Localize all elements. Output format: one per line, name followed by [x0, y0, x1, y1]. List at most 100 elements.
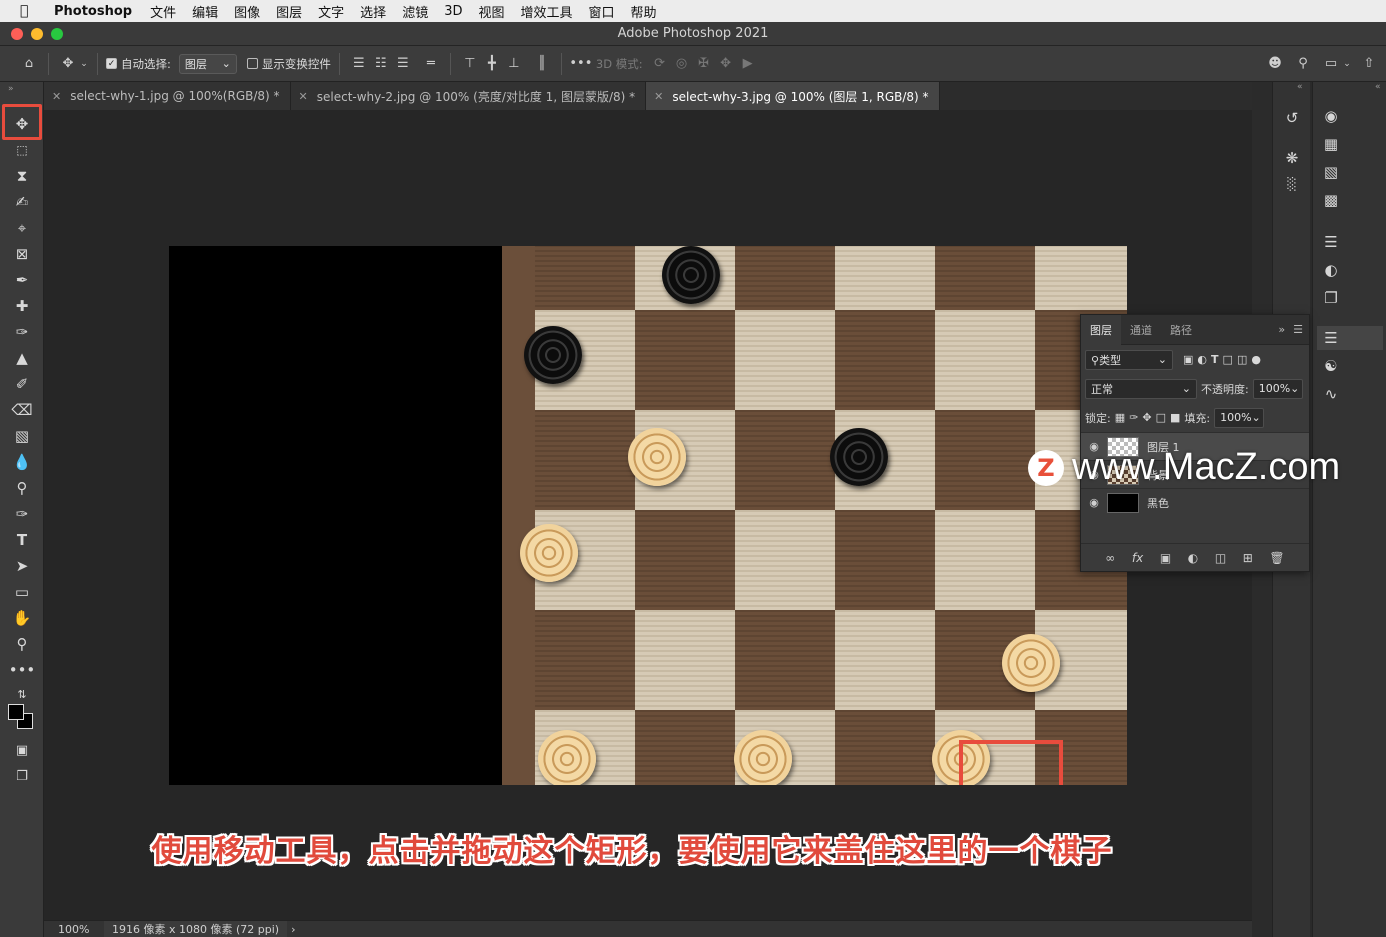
align-left-icon[interactable]: ☰ [348, 53, 370, 75]
chevron-down-icon[interactable]: ⌄ [1342, 53, 1352, 75]
chevron-down-icon[interactable]: ⌄ [79, 53, 89, 75]
distribute-vertical-icon[interactable]: ═ [420, 53, 442, 75]
patterns-panel-icon[interactable]: ▩ [1317, 188, 1345, 212]
paths-panel-icon[interactable]: ∿ [1317, 382, 1345, 406]
close-icon[interactable]: ✕ [299, 90, 308, 103]
3d-orbit-icon[interactable]: ⟳ [649, 53, 671, 75]
histogram-icon[interactable]: ░ [1278, 172, 1306, 196]
zoom-window-button[interactable] [51, 28, 63, 40]
eraser-tool-icon[interactable]: ⌫ [8, 398, 36, 422]
panel-menu-icon[interactable]: ☰ [1293, 323, 1303, 336]
pen-tool-icon[interactable]: ✑ [8, 502, 36, 526]
brush-tool-icon[interactable]: ✑ [8, 320, 36, 344]
filter-type-icon[interactable]: T [1211, 353, 1219, 366]
filter-toggle-icon[interactable]: ● [1251, 353, 1261, 366]
lock-artboard-icon[interactable]: □ [1156, 411, 1166, 424]
menu-window[interactable]: 窗口 [589, 2, 615, 21]
apple-icon[interactable]:  [20, 3, 42, 19]
fx-icon[interactable]: fx [1132, 551, 1143, 565]
quick-select-tool-icon[interactable]: ✍ [8, 190, 36, 214]
move-tool-icon[interactable]: ✥ [8, 112, 36, 136]
close-icon[interactable]: ✕ [52, 90, 61, 103]
lock-position-icon[interactable]: ✥ [1142, 411, 1151, 424]
menu-layer[interactable]: 图层 [276, 2, 302, 21]
fill-input[interactable]: 100% ⌄ [1214, 407, 1265, 428]
link-layers-icon[interactable]: ∞ [1105, 551, 1115, 565]
collapse-icon[interactable]: « [1375, 82, 1381, 92]
search-icon[interactable]: ⚲ [1292, 53, 1314, 75]
align-center-icon[interactable]: ☷ [370, 53, 392, 75]
history-brush-tool-icon[interactable]: ✐ [8, 372, 36, 396]
tab-select-why-2[interactable]: ✕ select-why-2.jpg @ 100% (亮度/对比度 1, 图层蒙版… [290, 82, 647, 110]
menu-image[interactable]: 图像 [234, 2, 260, 21]
tab-layers[interactable]: 图层 [1081, 314, 1121, 345]
lasso-tool-icon[interactable]: ⧗ [8, 164, 36, 188]
align-right-icon[interactable]: ☰ [392, 53, 414, 75]
brush-settings-icon[interactable]: ❋ [1278, 146, 1306, 170]
dodge-tool-icon[interactable]: ⚲ [8, 476, 36, 500]
share-icon[interactable]: ⇧ [1358, 53, 1380, 75]
opacity-input[interactable]: 100% ⌄ [1252, 378, 1303, 399]
healing-brush-tool-icon[interactable]: ✚ [8, 294, 36, 318]
document-canvas[interactable] [169, 246, 1127, 785]
filter-shape-icon[interactable]: □ [1223, 353, 1233, 366]
canvas-area[interactable]: 使用移动工具，点击并拖动这个矩形，要使用它来盖住这里的一个棋子 [44, 110, 1252, 920]
chevron-right-icon[interactable]: › [291, 923, 295, 936]
rectangle-tool-icon[interactable]: ▭ [8, 580, 36, 604]
tab-paths[interactable]: 路径 [1161, 315, 1201, 345]
hand-tool-icon[interactable]: ✋ [8, 606, 36, 630]
quick-mask-icon[interactable]: ▣ [8, 738, 36, 762]
collapse-icon[interactable]: « [1297, 82, 1303, 92]
collapse-icon[interactable]: » [8, 84, 14, 94]
gradients-panel-icon[interactable]: ▧ [1317, 160, 1345, 184]
3d-roll-icon[interactable]: ◎ [671, 53, 693, 75]
delete-layer-icon[interactable]: 🗑 [1269, 551, 1284, 565]
3d-slide-icon[interactable]: ✥ [715, 53, 737, 75]
workspace-icon[interactable]: ▭ [1320, 53, 1342, 75]
libraries-panel-icon[interactable]: ❐ [1317, 286, 1345, 310]
auto-select-checkbox[interactable]: ✓ [106, 58, 117, 69]
share-user-icon[interactable]: ☻ [1264, 53, 1286, 75]
add-mask-icon[interactable]: ▣ [1160, 551, 1171, 565]
menu-file[interactable]: 文件 [150, 2, 176, 21]
show-transform-checkbox[interactable] [246, 58, 258, 69]
menu-help[interactable]: 帮助 [631, 2, 657, 21]
path-select-tool-icon[interactable]: ➤ [8, 554, 36, 578]
tab-select-why-3[interactable]: ✕ select-why-3.jpg @ 100% (图层 1, RGB/8) * [646, 82, 940, 110]
minimize-window-button[interactable] [31, 28, 43, 40]
clone-stamp-tool-icon[interactable]: ▲ [8, 346, 36, 370]
adjustment-layer-icon[interactable]: ◐ [1188, 551, 1198, 565]
new-group-icon[interactable]: ◫ [1215, 551, 1226, 565]
frame-tool-icon[interactable]: ⊠ [8, 242, 36, 266]
move-tool-preset-icon[interactable]: ✥ [57, 53, 79, 75]
color-panel-icon[interactable]: ◉ [1317, 104, 1345, 128]
layers-panel-icon[interactable]: ☰ [1317, 326, 1345, 350]
align-middle-icon[interactable]: ╋ [481, 53, 503, 75]
home-icon[interactable]: ⌂ [18, 53, 40, 75]
layer-filter-dropdown[interactable]: ⚲类型 ⌄ [1085, 349, 1173, 370]
highlight-rectangle[interactable] [959, 740, 1063, 785]
close-icon[interactable]: ✕ [654, 90, 663, 103]
blur-tool-icon[interactable]: 💧 [8, 450, 36, 474]
distribute-horizontal-icon[interactable]: ║ [531, 53, 553, 75]
zoom-tool-icon[interactable]: ⚲ [8, 632, 36, 656]
foreground-color-swatch[interactable] [8, 704, 24, 720]
gradient-tool-icon[interactable]: ▧ [8, 424, 36, 448]
eyedropper-tool-icon[interactable]: ✒ [8, 268, 36, 292]
menu-edit[interactable]: 编辑 [192, 2, 218, 21]
lock-all-icon[interactable]: ■ [1170, 411, 1180, 424]
document-info[interactable]: 1916 像素 x 1080 像素 (72 ppi) [104, 920, 288, 937]
menu-app-name[interactable]: Photoshop [54, 4, 132, 19]
channels-panel-icon[interactable]: ☯ [1317, 354, 1345, 378]
menu-3d[interactable]: 3D [444, 4, 462, 19]
close-window-button[interactable] [11, 28, 23, 40]
type-tool-icon[interactable]: T [8, 528, 36, 552]
blend-mode-dropdown[interactable]: 正常 ⌄ [1085, 378, 1197, 399]
crop-tool-icon[interactable]: ⌖ [8, 216, 36, 240]
eye-icon[interactable]: ◉ [1081, 496, 1107, 509]
zoom-level[interactable]: 100% [44, 923, 104, 936]
3d-camera-icon[interactable]: ▶ [737, 53, 759, 75]
menu-view[interactable]: 视图 [478, 2, 504, 21]
menu-type[interactable]: 文字 [318, 2, 344, 21]
properties-panel-icon[interactable]: ☰ [1317, 230, 1345, 254]
